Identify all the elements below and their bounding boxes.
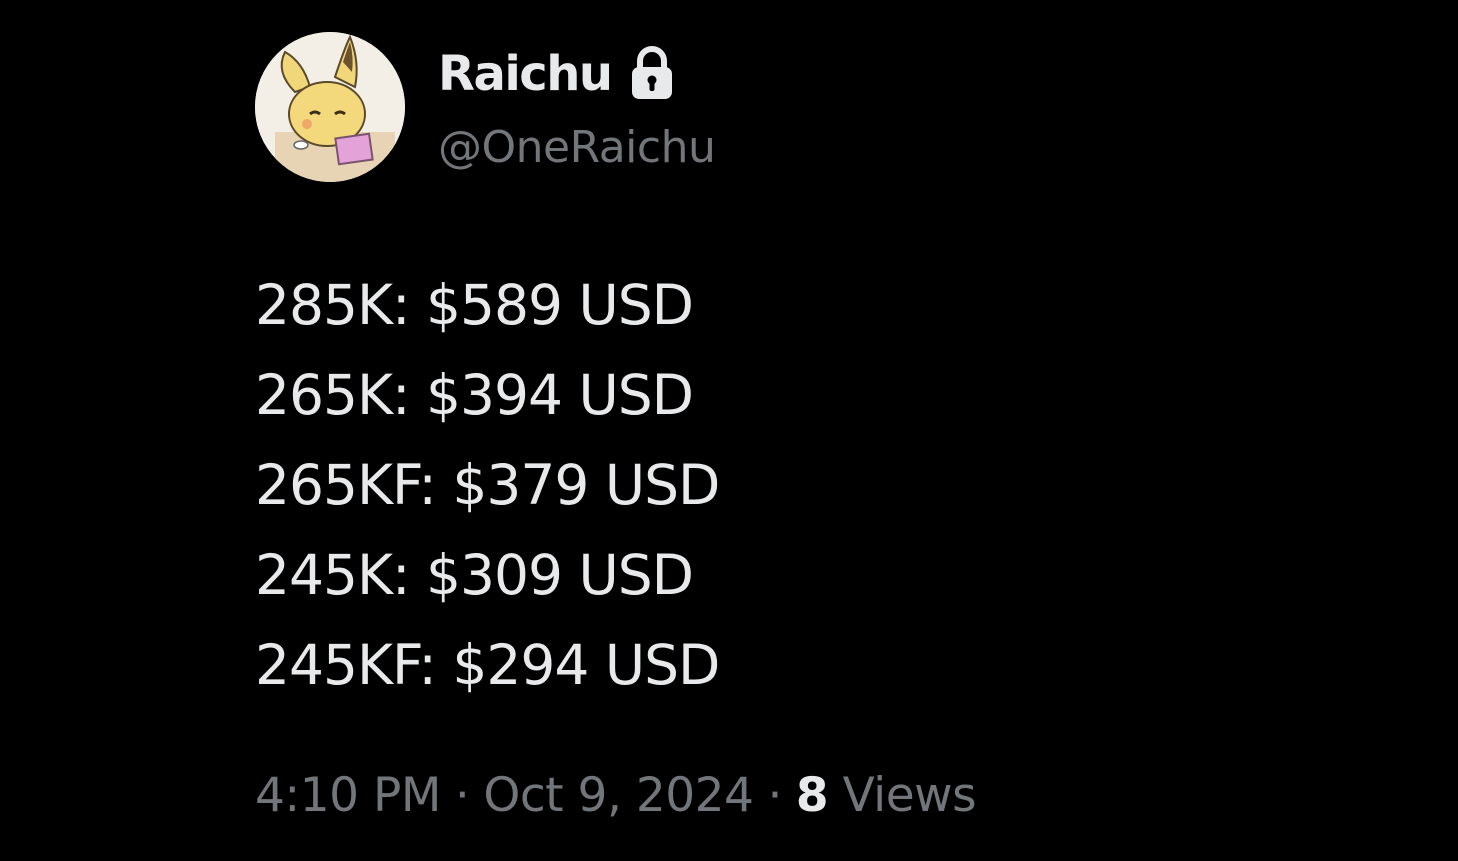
price-line: 285K: $589 USD bbox=[255, 273, 694, 337]
price-line: 265KF: $379 USD bbox=[255, 453, 720, 517]
tweet-header: Raichu @OneRaichu bbox=[255, 32, 1355, 184]
tweet-time[interactable]: 4:10 PM bbox=[255, 768, 441, 823]
views-label: Views bbox=[842, 768, 977, 823]
meta-separator: · bbox=[767, 768, 782, 823]
price-line: 245K: $309 USD bbox=[255, 543, 694, 607]
views-count: 8 bbox=[795, 768, 829, 823]
raichu-avatar-icon bbox=[255, 32, 405, 182]
tweet-date[interactable]: Oct 9, 2024 bbox=[483, 768, 754, 823]
tweet: Raichu @OneRaichu 285K: $589 USD 265K: $… bbox=[255, 32, 1355, 828]
tweet-meta: 4:10 PM · Oct 9, 2024 · 8 Views bbox=[255, 764, 1355, 828]
price-line: 265K: $394 USD bbox=[255, 363, 694, 427]
display-name[interactable]: Raichu bbox=[438, 44, 613, 104]
name-row: Raichu bbox=[438, 44, 715, 104]
handle[interactable]: @OneRaichu bbox=[438, 120, 716, 176]
author-names: Raichu @OneRaichu bbox=[438, 44, 716, 176]
lock-icon bbox=[628, 45, 676, 101]
avatar[interactable] bbox=[255, 32, 405, 182]
meta-separator: · bbox=[454, 768, 470, 823]
price-line: 245KF: $294 USD bbox=[255, 633, 720, 697]
tweet-text: 285K: $589 USD 265K: $394 USD 265KF: $37… bbox=[255, 260, 1355, 710]
